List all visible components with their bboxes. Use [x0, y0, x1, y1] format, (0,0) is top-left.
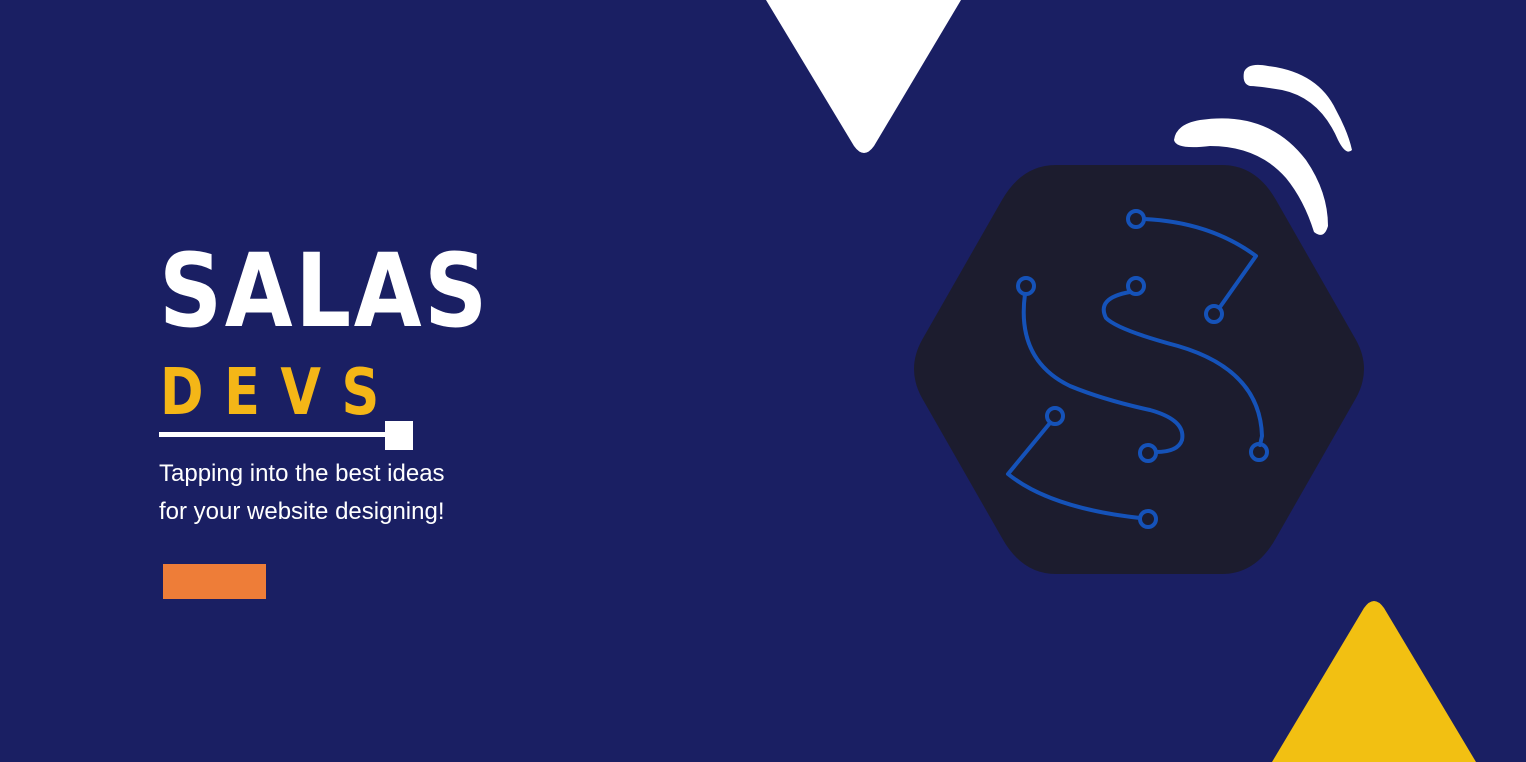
brand-title: SALAS — [159, 232, 490, 351]
tagline-line-1: Tapping into the best ideas — [159, 460, 445, 487]
tagline-line-2: for your website designing! — [159, 498, 445, 525]
brand-underline — [159, 432, 389, 437]
brand-block: SALAS DEVS — [159, 232, 499, 450]
white-triangle-icon — [766, 0, 961, 153]
brand-subtitle: DEVS — [160, 356, 400, 430]
brand-underline-square — [385, 421, 413, 450]
hero-banner: SALAS DEVS Tapping into the best ideas f… — [0, 0, 1526, 762]
tagline: Tapping into the best ideas for your web… — [159, 455, 519, 531]
yellow-triangle-icon — [1272, 601, 1476, 762]
circuit-s-logo-icon — [914, 165, 1364, 574]
signal-arcs-icon — [1174, 64, 1352, 235]
cta-button[interactable] — [163, 564, 266, 599]
